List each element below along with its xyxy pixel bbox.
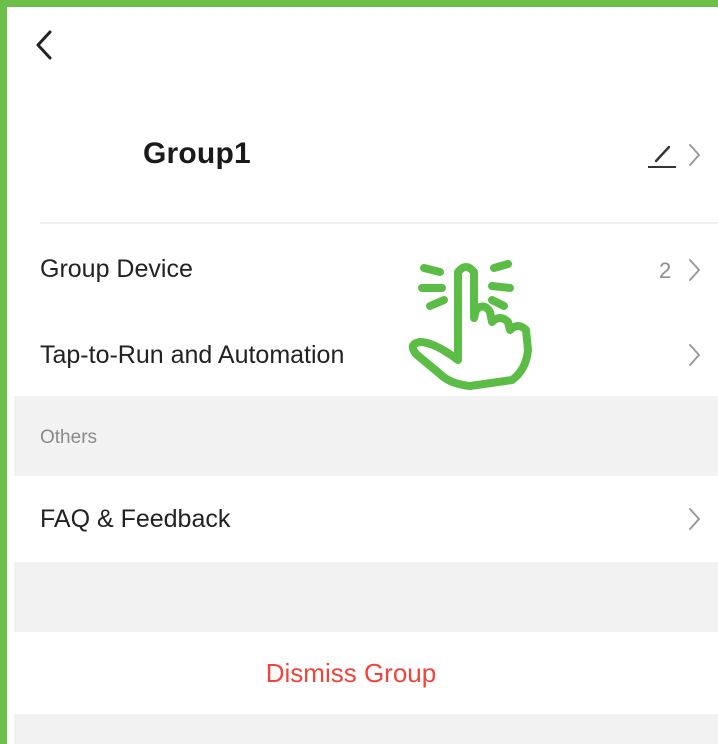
- faq-feedback-row[interactable]: FAQ & Feedback: [14, 476, 718, 562]
- edit-group-name-button[interactable]: [640, 134, 710, 176]
- chevron-left-icon: [36, 30, 52, 60]
- others-section-background: [14, 396, 718, 476]
- group-device-label: Group Device: [40, 255, 193, 283]
- group-name: Group1: [143, 137, 251, 170]
- dismiss-group-label: Dismiss Group: [265, 658, 437, 688]
- chevron-right-icon: [689, 259, 700, 281]
- chevron-right-icon: [689, 144, 700, 166]
- dismiss-group-button[interactable]: Dismiss Group: [14, 632, 718, 714]
- chevron-right-icon: [689, 508, 700, 530]
- faq-feedback-label: FAQ & Feedback: [40, 505, 231, 533]
- tap-to-run-row[interactable]: Tap-to-Run and Automation: [14, 312, 718, 396]
- chevron-right-icon: [689, 344, 700, 366]
- back-button[interactable]: [28, 24, 64, 68]
- bottom-spacer: [14, 714, 718, 744]
- section-spacer: [14, 562, 718, 632]
- tap-hand-icon: [408, 260, 532, 390]
- pencil-icon: [648, 145, 676, 168]
- others-section-title: Others: [40, 427, 98, 448]
- group-device-count: 2: [659, 258, 672, 283]
- header-divider: [40, 222, 718, 224]
- group-device-row[interactable]: Group Device 2: [14, 228, 718, 312]
- tap-to-run-label: Tap-to-Run and Automation: [40, 341, 345, 369]
